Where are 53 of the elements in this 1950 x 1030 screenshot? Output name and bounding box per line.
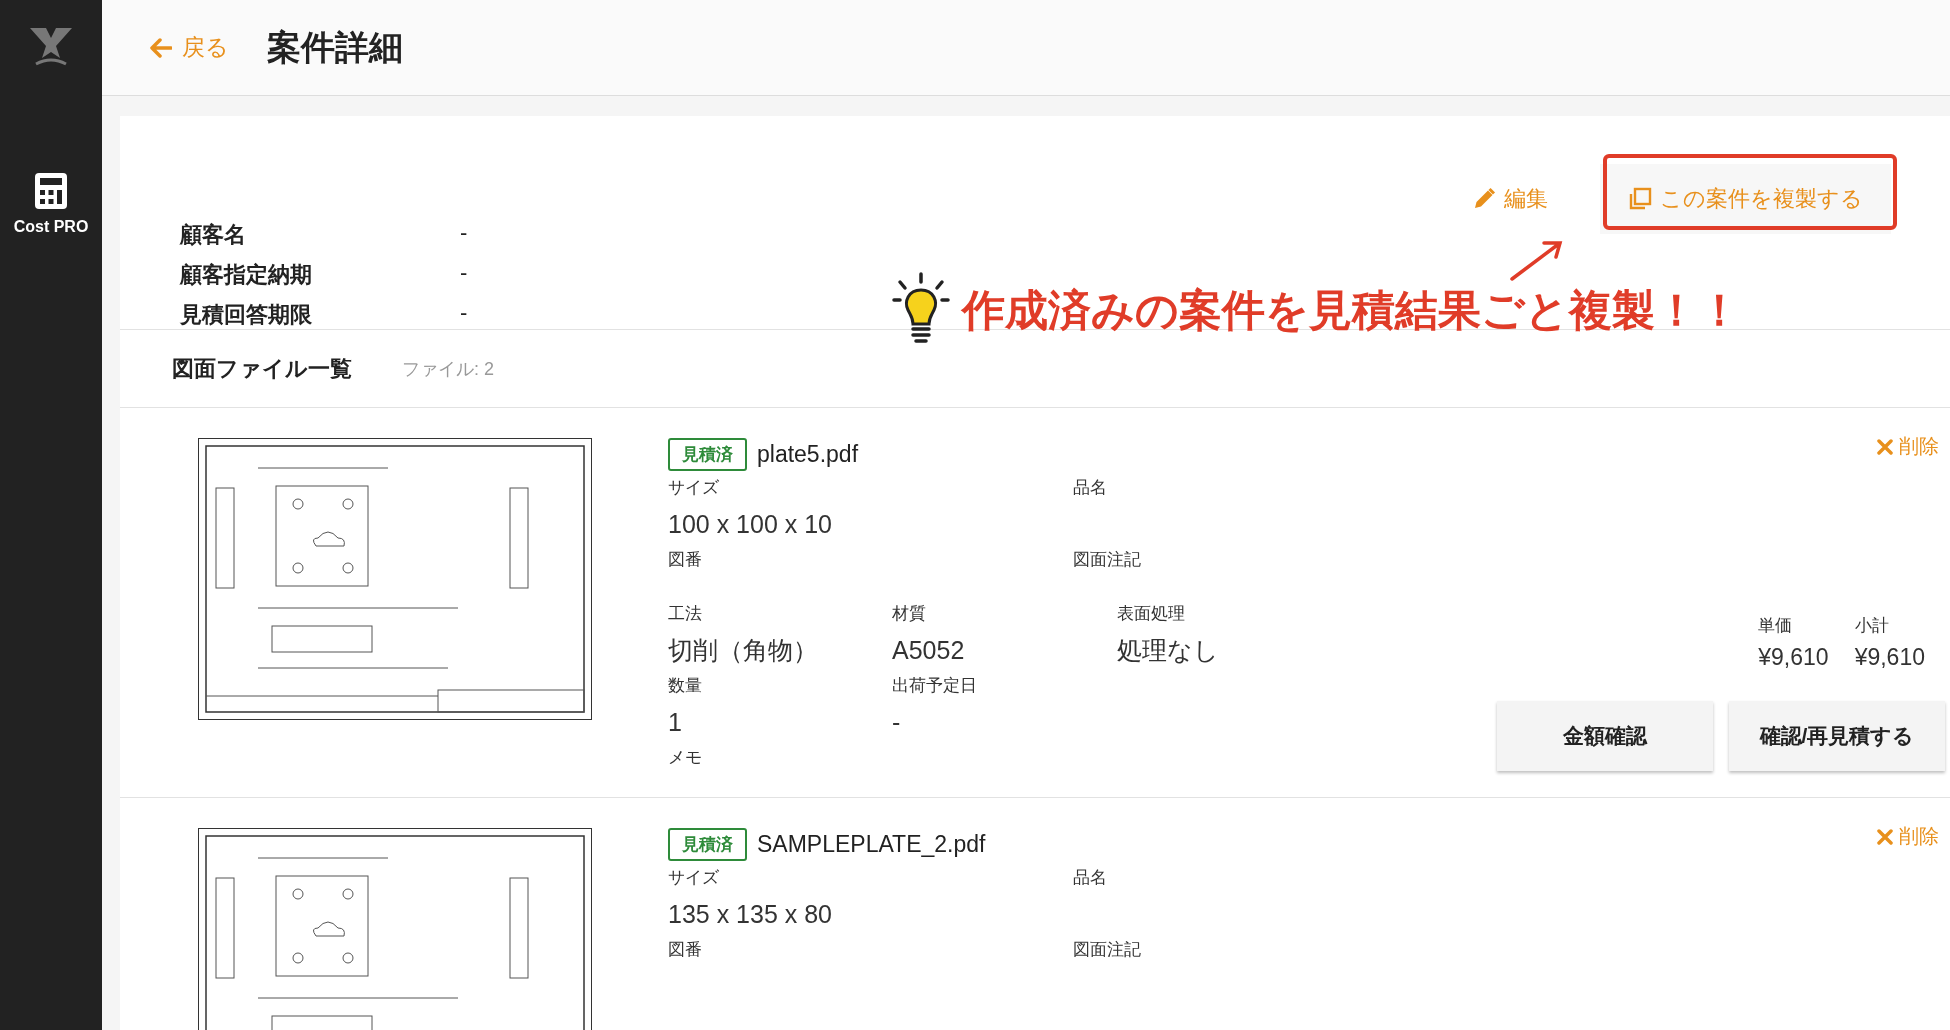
field-value: 1: [668, 707, 683, 738]
field-label: 数量: [668, 675, 703, 697]
pencil-icon: [1472, 187, 1496, 211]
callout-text: 作成済みの案件を見積結果ごと複製！！: [962, 285, 1741, 336]
field-label: 小計: [1854, 615, 1890, 637]
field-label: 図番: [668, 549, 703, 571]
field-label: 表面処理: [1117, 603, 1186, 625]
field-label: 見積回答期限: [180, 301, 313, 329]
action-button[interactable]: 金額確認: [1497, 701, 1713, 771]
field-value: -: [460, 220, 468, 247]
field-label: 図面注記: [1073, 939, 1142, 961]
section-title: 図面ファイル一覧: [172, 354, 352, 383]
field-value: -: [460, 300, 468, 327]
back-link[interactable]: 戻る: [146, 28, 233, 67]
field-value: -: [460, 260, 468, 287]
field-value: ¥9,610: [1854, 643, 1925, 672]
edit-button[interactable]: 編集: [1466, 183, 1554, 215]
status-badge: 見積済: [668, 828, 747, 861]
field-label: 工法: [668, 603, 703, 625]
field-label: 品名: [1073, 477, 1108, 499]
field-label: 図面注記: [1073, 549, 1142, 571]
field-label: 品名: [1073, 867, 1108, 889]
status-badge: 見積済: [668, 438, 747, 471]
file-count: ファイル: 2: [402, 357, 494, 381]
field-label: 図番: [668, 939, 703, 961]
field-label: 単価: [1758, 615, 1794, 637]
field-label: サイズ: [668, 477, 720, 499]
page-title: 案件詳細: [267, 26, 403, 68]
field-label: サイズ: [668, 867, 720, 889]
close-icon: [1877, 438, 1893, 455]
duplicate-button[interactable]: この案件を複製する: [1600, 164, 1891, 234]
field-label: 材質: [892, 603, 927, 625]
field-value: 切削（角物）: [668, 635, 819, 666]
field-label: 出荷予定日: [892, 675, 978, 697]
delete-button[interactable]: 削除: [1871, 822, 1945, 851]
file-name: plate5.pdf: [757, 441, 859, 468]
field-label: メモ: [668, 747, 703, 769]
field-label: 顧客名: [180, 221, 247, 249]
field-value: 135 x 135 x 80: [668, 899, 833, 930]
field-value: 処理なし: [1117, 635, 1220, 666]
file-name: SAMPLEPLATE_2.pdf: [757, 831, 986, 858]
copy-icon: [1628, 187, 1652, 211]
calculator-icon: [34, 172, 68, 210]
field-value: -: [892, 707, 902, 738]
field-value: 100 x 100 x 10: [668, 509, 833, 540]
delete-button[interactable]: 削除: [1871, 432, 1945, 461]
close-icon: [1877, 828, 1893, 845]
sidebar-item[interactable]: Cost PRO: [9, 172, 93, 236]
field-value: ¥9,610: [1758, 643, 1829, 672]
back-arrow-icon: [150, 37, 172, 58]
field-label: 顧客指定納期: [180, 261, 313, 289]
action-button[interactable]: 確認/再見積する: [1729, 701, 1945, 771]
field-value: A5052: [892, 635, 966, 666]
